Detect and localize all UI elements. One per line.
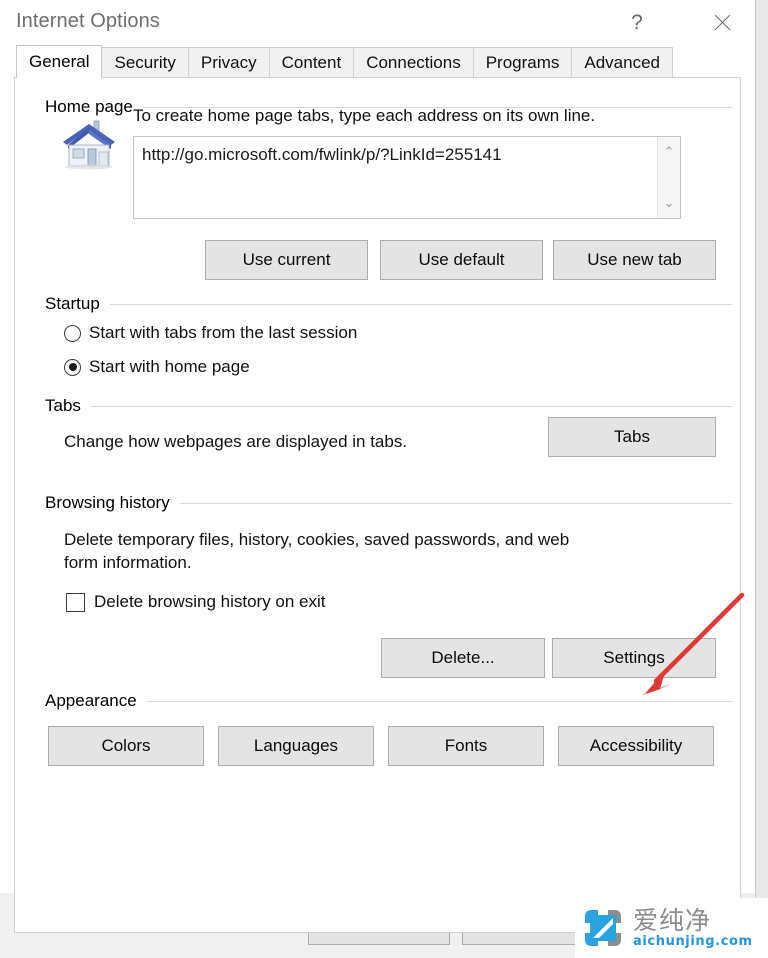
scroll-up-icon[interactable]: ⌃ — [658, 143, 680, 161]
window-title: Internet Options — [16, 10, 160, 32]
checkbox-label: Delete browsing history on exit — [94, 592, 326, 611]
tab-programs[interactable]: Programs — [472, 47, 573, 78]
settings-button[interactable]: Settings — [552, 638, 716, 678]
close-icon — [712, 13, 732, 33]
watermark-logo-icon — [585, 910, 621, 946]
tabs-group-header: Tabs — [15, 395, 740, 417]
fonts-button[interactable]: Fonts — [388, 726, 544, 766]
radio-start-with-last-session[interactable]: Start with tabs from the last session — [64, 323, 357, 343]
accessibility-button[interactable]: Accessibility — [558, 726, 714, 766]
home-page-group-title: Home page — [45, 97, 133, 116]
home-page-url-scrollbar[interactable]: ⌃ ⌄ — [657, 137, 680, 218]
general-tab-panel: Home page To create home page tabs, type… — [14, 77, 741, 933]
use-current-button[interactable]: Use current — [205, 240, 368, 280]
use-new-tab-button[interactable]: Use new tab — [553, 240, 716, 280]
checkbox-indicator — [66, 592, 85, 612]
watermark-chinese-text: 爱纯净 — [633, 906, 712, 935]
tab-privacy[interactable]: Privacy — [187, 47, 270, 78]
tab-label: Privacy — [200, 53, 257, 72]
languages-button[interactable]: Languages — [218, 726, 374, 766]
radio-indicator-selected — [64, 358, 81, 376]
help-button[interactable]: ? — [614, 0, 660, 46]
group-divider — [90, 405, 732, 407]
radio-label: Start with home page — [89, 357, 250, 376]
startup-group-header: Startup — [15, 293, 740, 315]
browsing-history-description-line2: form information. — [64, 553, 192, 572]
radio-indicator — [64, 324, 81, 342]
tab-content[interactable]: Content — [268, 47, 355, 78]
use-default-button[interactable]: Use default — [380, 240, 543, 280]
home-page-url-value: http://go.microsoft.com/fwlink/p/?LinkId… — [142, 145, 502, 164]
appearance-group-header: Appearance — [15, 690, 740, 712]
tabs-description: Change how webpages are displayed in tab… — [64, 432, 408, 451]
appearance-group-title: Appearance — [45, 691, 137, 710]
tab-label: Security — [114, 53, 176, 72]
tab-label: Advanced — [584, 53, 661, 72]
internet-options-dialog: Internet Options ? General Security Priv… — [0, 0, 756, 958]
tab-label: General — [29, 52, 90, 71]
group-divider — [179, 502, 732, 504]
tab-label: Connections — [366, 53, 461, 72]
radio-label: Start with tabs from the last session — [89, 323, 358, 342]
browsing-history-group: Browsing history — [15, 492, 740, 514]
delete-button[interactable]: Delete... — [381, 638, 545, 678]
group-divider — [109, 303, 732, 305]
title-bar: Internet Options ? — [0, 0, 755, 46]
tab-connections[interactable]: Connections — [353, 47, 474, 78]
home-page-url-field[interactable]: http://go.microsoft.com/fwlink/p/?LinkId… — [133, 136, 681, 219]
tab-strip: General Security Privacy Content Connect… — [16, 45, 755, 78]
close-button[interactable] — [699, 0, 745, 46]
browsing-history-description-line1: Delete temporary files, history, cookies… — [64, 530, 570, 549]
browsing-history-group-header: Browsing history — [15, 492, 740, 514]
startup-group-title: Startup — [45, 294, 100, 313]
question-mark-icon: ? — [631, 11, 643, 34]
group-divider — [146, 700, 732, 702]
watermark: 爱纯净 aichunjing.com — [575, 898, 768, 958]
tab-general[interactable]: General — [16, 45, 103, 78]
appearance-group: Appearance — [15, 690, 740, 712]
tabs-group-title: Tabs — [45, 396, 81, 415]
scroll-down-icon[interactable]: ⌄ — [658, 194, 680, 212]
tabs-button[interactable]: Tabs — [548, 417, 716, 457]
tab-advanced[interactable]: Advanced — [571, 47, 674, 78]
home-page-description: To create home page tabs, type each addr… — [133, 106, 596, 125]
tab-security[interactable]: Security — [101, 47, 189, 78]
watermark-text: 爱纯净 aichunjing.com — [633, 907, 753, 949]
startup-group: Startup — [15, 293, 740, 315]
home-page-icon — [63, 120, 115, 170]
watermark-domain-text: aichunjing.com — [633, 934, 753, 949]
delete-browsing-history-on-exit-checkbox[interactable]: Delete browsing history on exit — [66, 592, 326, 612]
colors-button[interactable]: Colors — [48, 726, 204, 766]
tab-label: Content — [281, 53, 342, 72]
radio-start-with-home-page[interactable]: Start with home page — [64, 357, 250, 377]
screen-background: Internet Options ? General Security Priv… — [0, 0, 768, 958]
tab-label: Programs — [485, 53, 560, 72]
tabs-group: Tabs — [15, 395, 740, 417]
browsing-history-group-title: Browsing history — [45, 493, 170, 512]
